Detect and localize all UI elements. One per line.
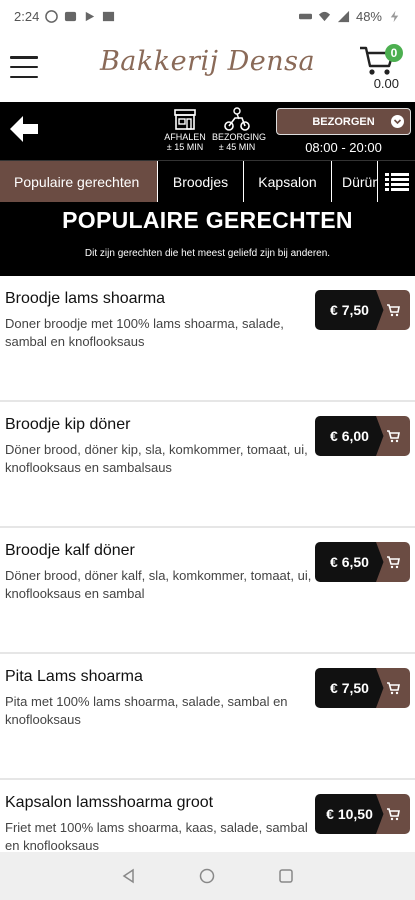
product-name: Broodje kalf döner	[5, 542, 135, 559]
opening-hours: 08:00 - 20:00	[305, 140, 382, 155]
product-name: Kapsalon lamsshoarma groot	[5, 794, 214, 811]
app-header: Bakkerij Densa 0 0.00	[0, 32, 415, 102]
menu-icon[interactable]	[10, 56, 38, 78]
product-price: € 7,50	[315, 668, 384, 708]
product-price: € 7,50	[315, 290, 384, 330]
cart-count-badge: 0	[385, 44, 403, 62]
tab-broodjes[interactable]: Broodjes	[158, 161, 244, 202]
delivery-label: BEZORGING	[212, 132, 267, 142]
status-right: 48%	[298, 8, 401, 24]
add-to-cart-button[interactable]: € 10,50	[315, 794, 410, 834]
status-bar: 2:24 48%	[0, 0, 415, 32]
section-header: POPULAIRE GERECHTEN Dit zijn gerechten d…	[0, 202, 415, 276]
notification-icon	[64, 10, 77, 23]
nav-back-icon[interactable]	[119, 866, 139, 886]
product-price: € 6,00	[315, 416, 384, 456]
chevron-down-icon	[391, 115, 404, 128]
shop-icon	[160, 104, 210, 132]
product-description: Döner brood, döner kip, sla, komkommer, …	[5, 442, 308, 475]
pickup-label: AFHALEN	[164, 132, 206, 142]
product-list: Broodje lams shoarma Doner broodje met 1…	[0, 276, 415, 900]
scooter-icon	[212, 104, 262, 132]
section-title: POPULAIRE GERECHTEN	[62, 207, 353, 233]
section-subtitle: Dit zijn gerechten die het meest geliefd…	[84, 248, 331, 259]
signal-icon	[337, 10, 350, 23]
pickup-option[interactable]: AFHALEN ± 15 MIN	[160, 104, 210, 152]
product-item[interactable]: Broodje kalf döner Döner brood, döner ka…	[0, 528, 415, 654]
play-icon	[83, 10, 96, 23]
add-to-cart-button[interactable]: € 6,00	[315, 416, 410, 456]
cart-total: 0.00	[373, 76, 399, 91]
delivery-mode-select[interactable]: BEZORGEN	[276, 108, 411, 135]
product-name: Pita Lams shoarma	[5, 668, 143, 685]
product-description: Friet met 100% lams shoarma, kaas, salad…	[5, 820, 308, 853]
product-price: € 6,50	[315, 542, 384, 582]
status-time: 2:24	[14, 8, 40, 24]
delivery-time: ± 45 MIN	[218, 142, 256, 152]
delivery-option[interactable]: BEZORGING ± 45 MIN	[212, 104, 267, 152]
delivery-options-bar: AFHALEN ± 15 MIN BEZORGING ± 45 MIN BEZO…	[0, 102, 415, 160]
category-list-icon[interactable]	[377, 161, 415, 202]
cart-button[interactable]: 0 0.00	[359, 40, 403, 94]
pickup-time: ± 15 MIN	[166, 142, 204, 152]
tab-populaire-gerechten[interactable]: Populaire gerechten	[0, 161, 158, 202]
product-description: Doner broodje met 100% lams shoarma, sal…	[5, 316, 284, 349]
category-tabs: Populaire gerechten Broodjes Kapsalon Dü…	[0, 160, 415, 202]
tab-durum[interactable]: Dürüm	[332, 161, 378, 202]
product-item[interactable]: Broodje lams shoarma Doner broodje met 1…	[0, 276, 415, 402]
add-to-cart-button[interactable]: € 7,50	[315, 290, 410, 330]
whatsapp-icon	[45, 9, 59, 23]
nav-home-icon[interactable]	[197, 866, 217, 886]
product-item[interactable]: Pita Lams shoarma Pita met 100% lams sho…	[0, 654, 415, 780]
add-to-cart-button[interactable]: € 7,50	[315, 668, 410, 708]
tab-kapsalon[interactable]: Kapsalon	[244, 161, 332, 202]
image-icon	[102, 10, 115, 23]
delivery-mode-value: BEZORGEN	[312, 115, 375, 128]
charging-icon	[388, 10, 401, 23]
back-arrow-icon[interactable]	[6, 111, 42, 147]
status-left: 2:24	[14, 9, 115, 24]
brand-logo[interactable]: Bakkerij Densa	[100, 46, 315, 77]
battery-percentage: 48%	[355, 8, 382, 24]
volte-icon	[298, 10, 312, 23]
wifi-icon	[318, 10, 331, 23]
product-item[interactable]: Broodje kip döner Döner brood, döner kip…	[0, 402, 415, 528]
product-name: Broodje lams shoarma	[5, 290, 166, 307]
product-name: Broodje kip döner	[5, 416, 131, 433]
product-description: Döner brood, döner kalf, sla, komkommer,…	[5, 568, 312, 601]
product-description: Pita met 100% lams shoarma, salade, samb…	[5, 694, 288, 727]
add-to-cart-button[interactable]: € 6,50	[315, 542, 410, 582]
nav-recents-icon[interactable]	[276, 866, 296, 886]
product-price: € 10,50	[315, 794, 384, 834]
system-navigation-bar	[0, 852, 415, 900]
